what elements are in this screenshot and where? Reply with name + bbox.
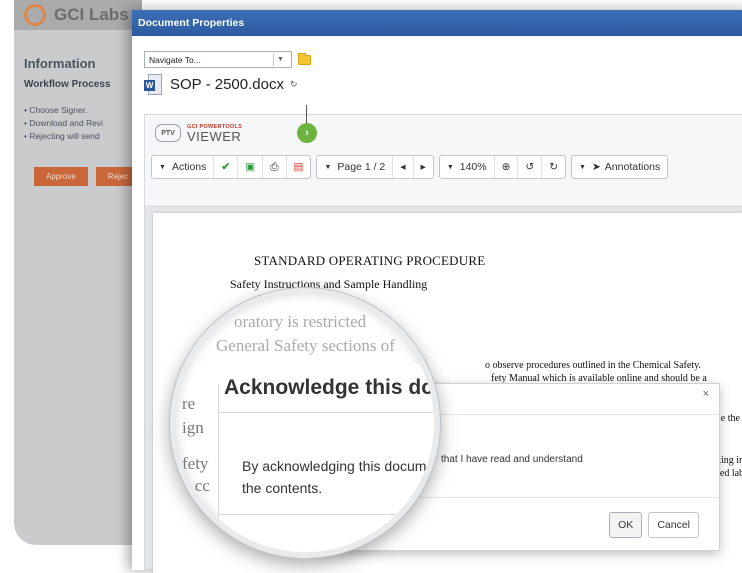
magnifier-lens: oratory is restricted General Safety sec… bbox=[170, 288, 440, 558]
folder-icon[interactable] bbox=[298, 52, 311, 65]
document-text-line: o observe procedures outlined in the Che… bbox=[485, 360, 701, 371]
viewer-brand-big: VIEWER bbox=[187, 128, 242, 144]
caret-down-icon: ▼ bbox=[159, 163, 166, 171]
divider bbox=[218, 412, 434, 413]
workflow-heading: Workflow Process bbox=[24, 79, 111, 90]
information-heading: Information bbox=[24, 56, 96, 71]
magnified-text: re bbox=[182, 394, 196, 413]
cancel-button[interactable]: Cancel bbox=[648, 512, 699, 538]
magnified-text: d bbox=[194, 534, 203, 553]
dialog-body-magnified: By acknowledging this document I bbox=[242, 458, 440, 474]
actions-label: Actions bbox=[171, 161, 207, 173]
zoom-label: 140% bbox=[459, 161, 487, 173]
background-app-header: GCI Labs bbox=[14, 0, 142, 30]
list-item: • Choose Signer. bbox=[24, 105, 88, 115]
document-heading: STANDARD OPERATING PROCEDURE bbox=[254, 253, 486, 268]
pdf-icon[interactable]: ▤ bbox=[285, 156, 311, 178]
rotate-right-icon[interactable]: ↻ bbox=[541, 156, 565, 178]
navigate-to-select[interactable]: Navigate To... ▼ bbox=[144, 51, 292, 68]
chevron-right-icon[interactable]: › bbox=[297, 123, 317, 143]
zoom-in-icon[interactable]: ⊕ bbox=[493, 156, 518, 178]
print-icon[interactable]: ⎙ bbox=[262, 156, 285, 178]
list-item: • Download and Revi bbox=[24, 118, 104, 128]
check-icon[interactable]: ✔ bbox=[213, 156, 237, 178]
page-selector[interactable]: ▼ Page 1 / 2 bbox=[317, 156, 392, 178]
divider bbox=[218, 384, 219, 552]
document-text-line: le the l bbox=[718, 413, 742, 424]
brand-name: GCI Labs bbox=[54, 5, 129, 24]
ok-button[interactable]: OK bbox=[609, 512, 643, 538]
word-document-icon: W bbox=[144, 74, 162, 95]
caret-down-icon: ▼ bbox=[579, 163, 586, 171]
rotate-left-icon[interactable]: ↺ bbox=[517, 156, 541, 178]
document-name: SOP - 2500.docx bbox=[170, 76, 284, 93]
ptv-logo-icon: PTV bbox=[155, 124, 181, 142]
magnified-text: b cc bbox=[182, 476, 210, 495]
window-title: Document Properties bbox=[132, 10, 742, 36]
magnified-text: hen bbox=[182, 498, 207, 517]
dialog-body-magnified: the contents. bbox=[242, 480, 323, 496]
list-item: • Rejecting will send bbox=[24, 131, 100, 141]
zoom-selector[interactable]: ▼ 140% bbox=[440, 156, 494, 178]
chevron-down-icon: ▼ bbox=[273, 53, 287, 66]
caret-down-icon: ▼ bbox=[446, 163, 454, 171]
approve-button[interactable]: Approve bbox=[34, 167, 88, 186]
caret-down-icon: ▼ bbox=[324, 163, 332, 171]
magnified-text: ign bbox=[182, 418, 204, 437]
previous-page-icon[interactable]: ◂ bbox=[392, 156, 412, 178]
next-page-icon[interactable]: ▸ bbox=[412, 156, 433, 178]
save-icon[interactable]: ▣ bbox=[237, 156, 262, 178]
dialog-body: that I have read and understand bbox=[441, 454, 583, 465]
workflow-list: • Choose Signer. • Download and Revi • R… bbox=[24, 104, 142, 143]
viewer-header: PTV GCI POWERTOOLS VIEWER bbox=[145, 115, 742, 151]
navigate-to-value: Navigate To... bbox=[149, 54, 201, 65]
viewer-brand: GCI POWERTOOLS VIEWER bbox=[187, 124, 242, 143]
magnified-text: General Safety sections of bbox=[216, 336, 395, 355]
refresh-icon[interactable]: ↻ bbox=[290, 79, 298, 90]
gci-logo-icon bbox=[24, 4, 46, 26]
divider bbox=[218, 514, 434, 515]
annotations-menu[interactable]: ▼ ➤ Annotations bbox=[572, 156, 667, 178]
page-label: Page 1 / 2 bbox=[337, 161, 386, 173]
viewer-toolbar: ▼ Actions ✔ ▣ ⎙ ▤ ▼ Page 1 / 2 ◂ ▸ ▼ 140% ⊕… bbox=[151, 155, 669, 179]
pointer-line bbox=[306, 105, 307, 123]
magnified-text: fety bbox=[182, 454, 209, 473]
actions-menu[interactable]: ▼ Actions bbox=[152, 156, 213, 178]
dialog-title: Acknowledge this doc bbox=[224, 376, 440, 399]
cursor-icon: ➤ bbox=[591, 161, 601, 173]
background-app-panel: GCI Labs Information Workflow Process • … bbox=[14, 0, 142, 545]
close-icon[interactable]: × bbox=[703, 388, 709, 400]
magnified-text: oratory is restricted bbox=[234, 312, 367, 331]
annotations-label: Annotations bbox=[604, 161, 661, 173]
